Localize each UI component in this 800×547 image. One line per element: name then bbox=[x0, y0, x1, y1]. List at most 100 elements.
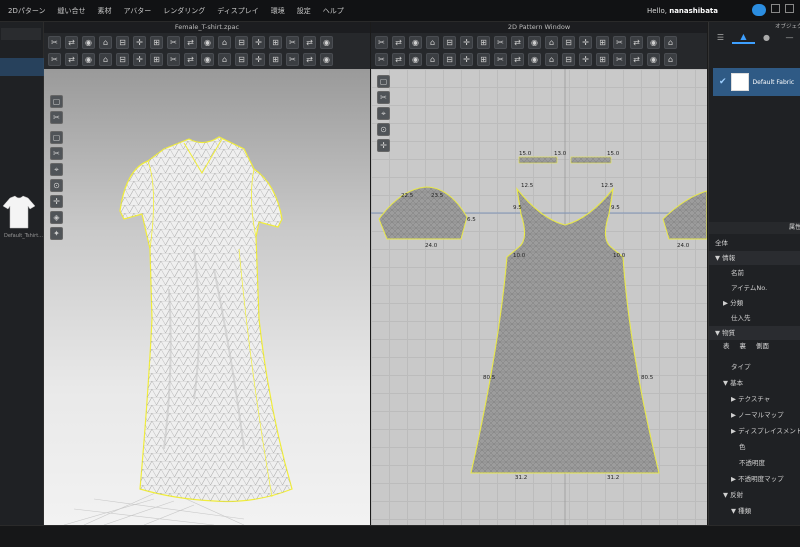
2d-pattern-canvas[interactable]: ▢ ✂ ⌖ ⊙ ✛ 15.0 13.0 15.0 12.5 12.5 9.5 9.5 10.0 10.0… bbox=[371, 69, 707, 525]
list-icon[interactable]: ☰ bbox=[709, 30, 732, 44]
menu-item[interactable]: ヘルプ bbox=[317, 6, 350, 16]
3d-tool-icon[interactable]: ✂ bbox=[286, 53, 299, 66]
3d-tool-icon[interactable]: ⌂ bbox=[218, 36, 231, 49]
2d-tool-icon[interactable]: ⌂ bbox=[545, 36, 558, 49]
property-row[interactable]: 色 bbox=[709, 440, 800, 454]
3d-tool-icon[interactable]: ⊞ bbox=[269, 36, 282, 49]
3d-tool-icon[interactable]: ◉ bbox=[201, 53, 214, 66]
2d-tool-icon[interactable]: ⌂ bbox=[664, 53, 677, 66]
property-row[interactable]: ▶ テクスチャ bbox=[709, 392, 800, 406]
2d-tool-icon[interactable]: ⇄ bbox=[630, 53, 643, 66]
property-row[interactable]: ▼ 基本 bbox=[709, 376, 800, 390]
menu-item[interactable]: 環境 bbox=[265, 6, 291, 16]
3d-tool-icon[interactable]: ◉ bbox=[201, 36, 214, 49]
2d-tool-icon[interactable]: ⊞ bbox=[477, 36, 490, 49]
3d-tool-icon[interactable]: ◉ bbox=[320, 53, 333, 66]
2d-tool-icon[interactable]: ✂ bbox=[494, 36, 507, 49]
2d-tool-icon[interactable]: ⇄ bbox=[392, 53, 405, 66]
2d-pattern-drawing[interactable]: 15.0 13.0 15.0 12.5 12.5 9.5 9.5 10.0 10.0 80.5 80… bbox=[371, 69, 707, 525]
3d-tool-icon[interactable]: ✛ bbox=[252, 53, 265, 66]
3d-tool-icon[interactable]: ⇄ bbox=[65, 36, 78, 49]
2d-tool-icon[interactable]: ◉ bbox=[647, 36, 660, 49]
sphere-icon[interactable]: ● bbox=[755, 30, 778, 44]
2d-tool-icon[interactable]: ✂ bbox=[613, 36, 626, 49]
2d-tool-icon[interactable]: ⊞ bbox=[596, 53, 609, 66]
2d-tool-icon[interactable]: ✛ bbox=[579, 36, 592, 49]
2d-tool-icon[interactable]: ⇄ bbox=[511, 53, 524, 66]
fabric-tab-icon[interactable]: ▲ bbox=[732, 30, 755, 44]
2d-tool-icon[interactable]: ⊞ bbox=[477, 53, 490, 66]
2d-tool-icon[interactable]: ⇄ bbox=[511, 36, 524, 49]
2d-tool-icon[interactable]: ⊟ bbox=[562, 36, 575, 49]
tshirt-thumbnail[interactable] bbox=[2, 194, 36, 230]
3d-tool-icon[interactable]: ⇄ bbox=[303, 53, 316, 66]
material-subtab[interactable]: 裏 bbox=[740, 340, 747, 350]
menu-item[interactable]: ディスプレイ bbox=[211, 6, 265, 16]
2d-tool-icon[interactable]: ⌂ bbox=[545, 53, 558, 66]
property-row[interactable]: ▶ 分類 bbox=[709, 296, 800, 310]
library-toolbar[interactable] bbox=[1, 28, 41, 40]
3d-tool-icon[interactable]: ✛ bbox=[252, 36, 265, 49]
3d-tool-icon[interactable]: ⊟ bbox=[235, 36, 248, 49]
2d-tool-icon[interactable]: ✂ bbox=[613, 53, 626, 66]
property-row[interactable]: ▼ 反射 bbox=[709, 488, 800, 502]
2d-tool-icon[interactable]: ✂ bbox=[494, 53, 507, 66]
3d-tool-icon[interactable]: ⊟ bbox=[116, 36, 129, 49]
menu-item[interactable]: 素材 bbox=[92, 6, 118, 16]
2d-tool-icon[interactable]: ⌂ bbox=[426, 53, 439, 66]
3d-tool-icon[interactable]: ⌂ bbox=[99, 36, 112, 49]
3d-tool-icon[interactable]: ✂ bbox=[167, 36, 180, 49]
menu-item[interactable]: 2Dパターン bbox=[2, 6, 52, 16]
3d-tool-icon[interactable]: ⊞ bbox=[150, 36, 163, 49]
library-selected-folder[interactable] bbox=[0, 58, 44, 76]
2d-tool-icon[interactable]: ⊟ bbox=[443, 53, 456, 66]
2d-tool-icon[interactable]: ⌂ bbox=[664, 36, 677, 49]
3d-tool-icon[interactable]: ⊟ bbox=[116, 53, 129, 66]
2d-tool-icon[interactable]: ✛ bbox=[579, 53, 592, 66]
3d-tool-icon[interactable]: ✂ bbox=[167, 53, 180, 66]
2d-tool-icon[interactable]: ◉ bbox=[647, 53, 660, 66]
3d-tool-icon[interactable]: ◉ bbox=[320, 36, 333, 49]
3d-viewport[interactable]: ▢ ✂ ▢ ✂ ⌖ ⊙ ✛ ◈ ✦ bbox=[44, 69, 370, 525]
property-row[interactable]: ▶ 不透明度マップ bbox=[709, 472, 800, 486]
menu-item[interactable]: 縫い合せ bbox=[52, 6, 92, 16]
2d-tool-icon[interactable]: ⇄ bbox=[630, 36, 643, 49]
2d-tool-icon[interactable]: ⊟ bbox=[562, 53, 575, 66]
3d-tool-icon[interactable]: ◉ bbox=[82, 53, 95, 66]
minimize-icon[interactable] bbox=[771, 4, 780, 13]
2d-tool-icon[interactable]: ◉ bbox=[409, 53, 422, 66]
3d-tool-icon[interactable]: ✂ bbox=[48, 53, 61, 66]
2d-tool-icon[interactable]: ◉ bbox=[528, 36, 541, 49]
3d-tool-icon[interactable]: ⊞ bbox=[150, 53, 163, 66]
3d-tool-icon[interactable]: ✂ bbox=[48, 36, 61, 49]
2d-tool-icon[interactable]: ✂ bbox=[375, 36, 388, 49]
3d-tool-icon[interactable]: ⇄ bbox=[65, 53, 78, 66]
3d-tool-icon[interactable]: ⌂ bbox=[218, 53, 231, 66]
property-row[interactable]: タイプ bbox=[709, 360, 800, 374]
2d-tool-icon[interactable]: ⊞ bbox=[596, 36, 609, 49]
2d-tool-icon[interactable]: ⇄ bbox=[392, 36, 405, 49]
2d-tool-icon[interactable]: ◉ bbox=[528, 53, 541, 66]
2d-tool-icon[interactable]: ⊟ bbox=[443, 36, 456, 49]
3d-tool-icon[interactable]: ⇄ bbox=[184, 36, 197, 49]
close-icon[interactable] bbox=[785, 4, 794, 13]
3d-tool-icon[interactable]: ✂ bbox=[286, 36, 299, 49]
2d-tool-icon[interactable]: ◉ bbox=[409, 36, 422, 49]
3d-tool-icon[interactable]: ◉ bbox=[82, 36, 95, 49]
3d-tool-icon[interactable]: ⇄ bbox=[303, 36, 316, 49]
2d-tool-icon[interactable]: ⌂ bbox=[426, 36, 439, 49]
3d-tool-icon[interactable]: ✛ bbox=[133, 36, 146, 49]
property-row[interactable]: 名前 bbox=[709, 266, 800, 280]
cloud-icon[interactable] bbox=[752, 4, 766, 16]
3d-tool-icon[interactable]: ⊟ bbox=[235, 53, 248, 66]
property-row[interactable]: ▼ 種類 bbox=[709, 504, 800, 518]
menu-item[interactable]: アバター bbox=[118, 6, 158, 16]
3d-tool-icon[interactable]: ✛ bbox=[133, 53, 146, 66]
property-row[interactable]: 不透明度 bbox=[709, 456, 800, 470]
3d-tool-icon[interactable]: ⌂ bbox=[99, 53, 112, 66]
property-row[interactable]: ▼ 物質 bbox=[709, 326, 800, 340]
fabric-list-item[interactable]: ✔ Default Fabric bbox=[713, 68, 800, 96]
material-subtab[interactable]: 側面 bbox=[756, 340, 769, 350]
2d-tool-icon[interactable]: ✛ bbox=[460, 36, 473, 49]
menu-item[interactable]: 設定 bbox=[291, 6, 317, 16]
